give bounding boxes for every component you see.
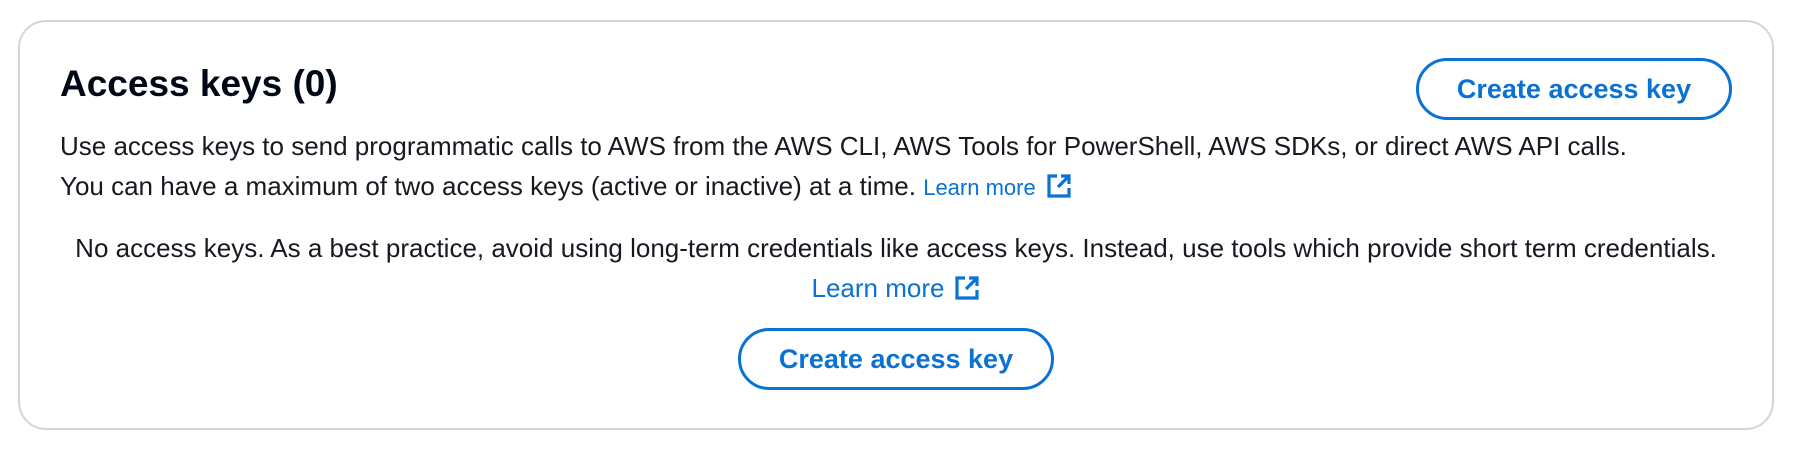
empty-state-message: No access keys. As a best practice, avoi… [60,228,1732,312]
access-keys-panel: Access keys (0) Create access key Use ac… [18,20,1774,430]
description-line-1: Use access keys to send programmatic cal… [60,131,1627,161]
create-access-key-button[interactable]: Create access key [1416,58,1732,120]
panel-title: Access keys (0) [60,63,338,104]
empty-state-learn-more-link[interactable]: Learn more [812,273,981,303]
empty-state-text: No access keys. As a best practice, avoi… [75,233,1717,263]
panel-header: Access keys (0) Create access key [60,58,1732,120]
learn-more-label: Learn more [923,175,1036,200]
external-link-icon [954,272,980,312]
empty-state-learn-more-label: Learn more [811,273,945,303]
external-link-icon [1046,172,1072,212]
description-line-2: You can have a maximum of two access key… [60,171,916,201]
empty-state-create-access-key-button[interactable]: Create access key [738,328,1054,390]
panel-description: Use access keys to send programmatic cal… [60,126,1732,212]
learn-more-link[interactable]: Learn more [923,174,1072,200]
empty-state-actions: Create access key [20,328,1772,390]
